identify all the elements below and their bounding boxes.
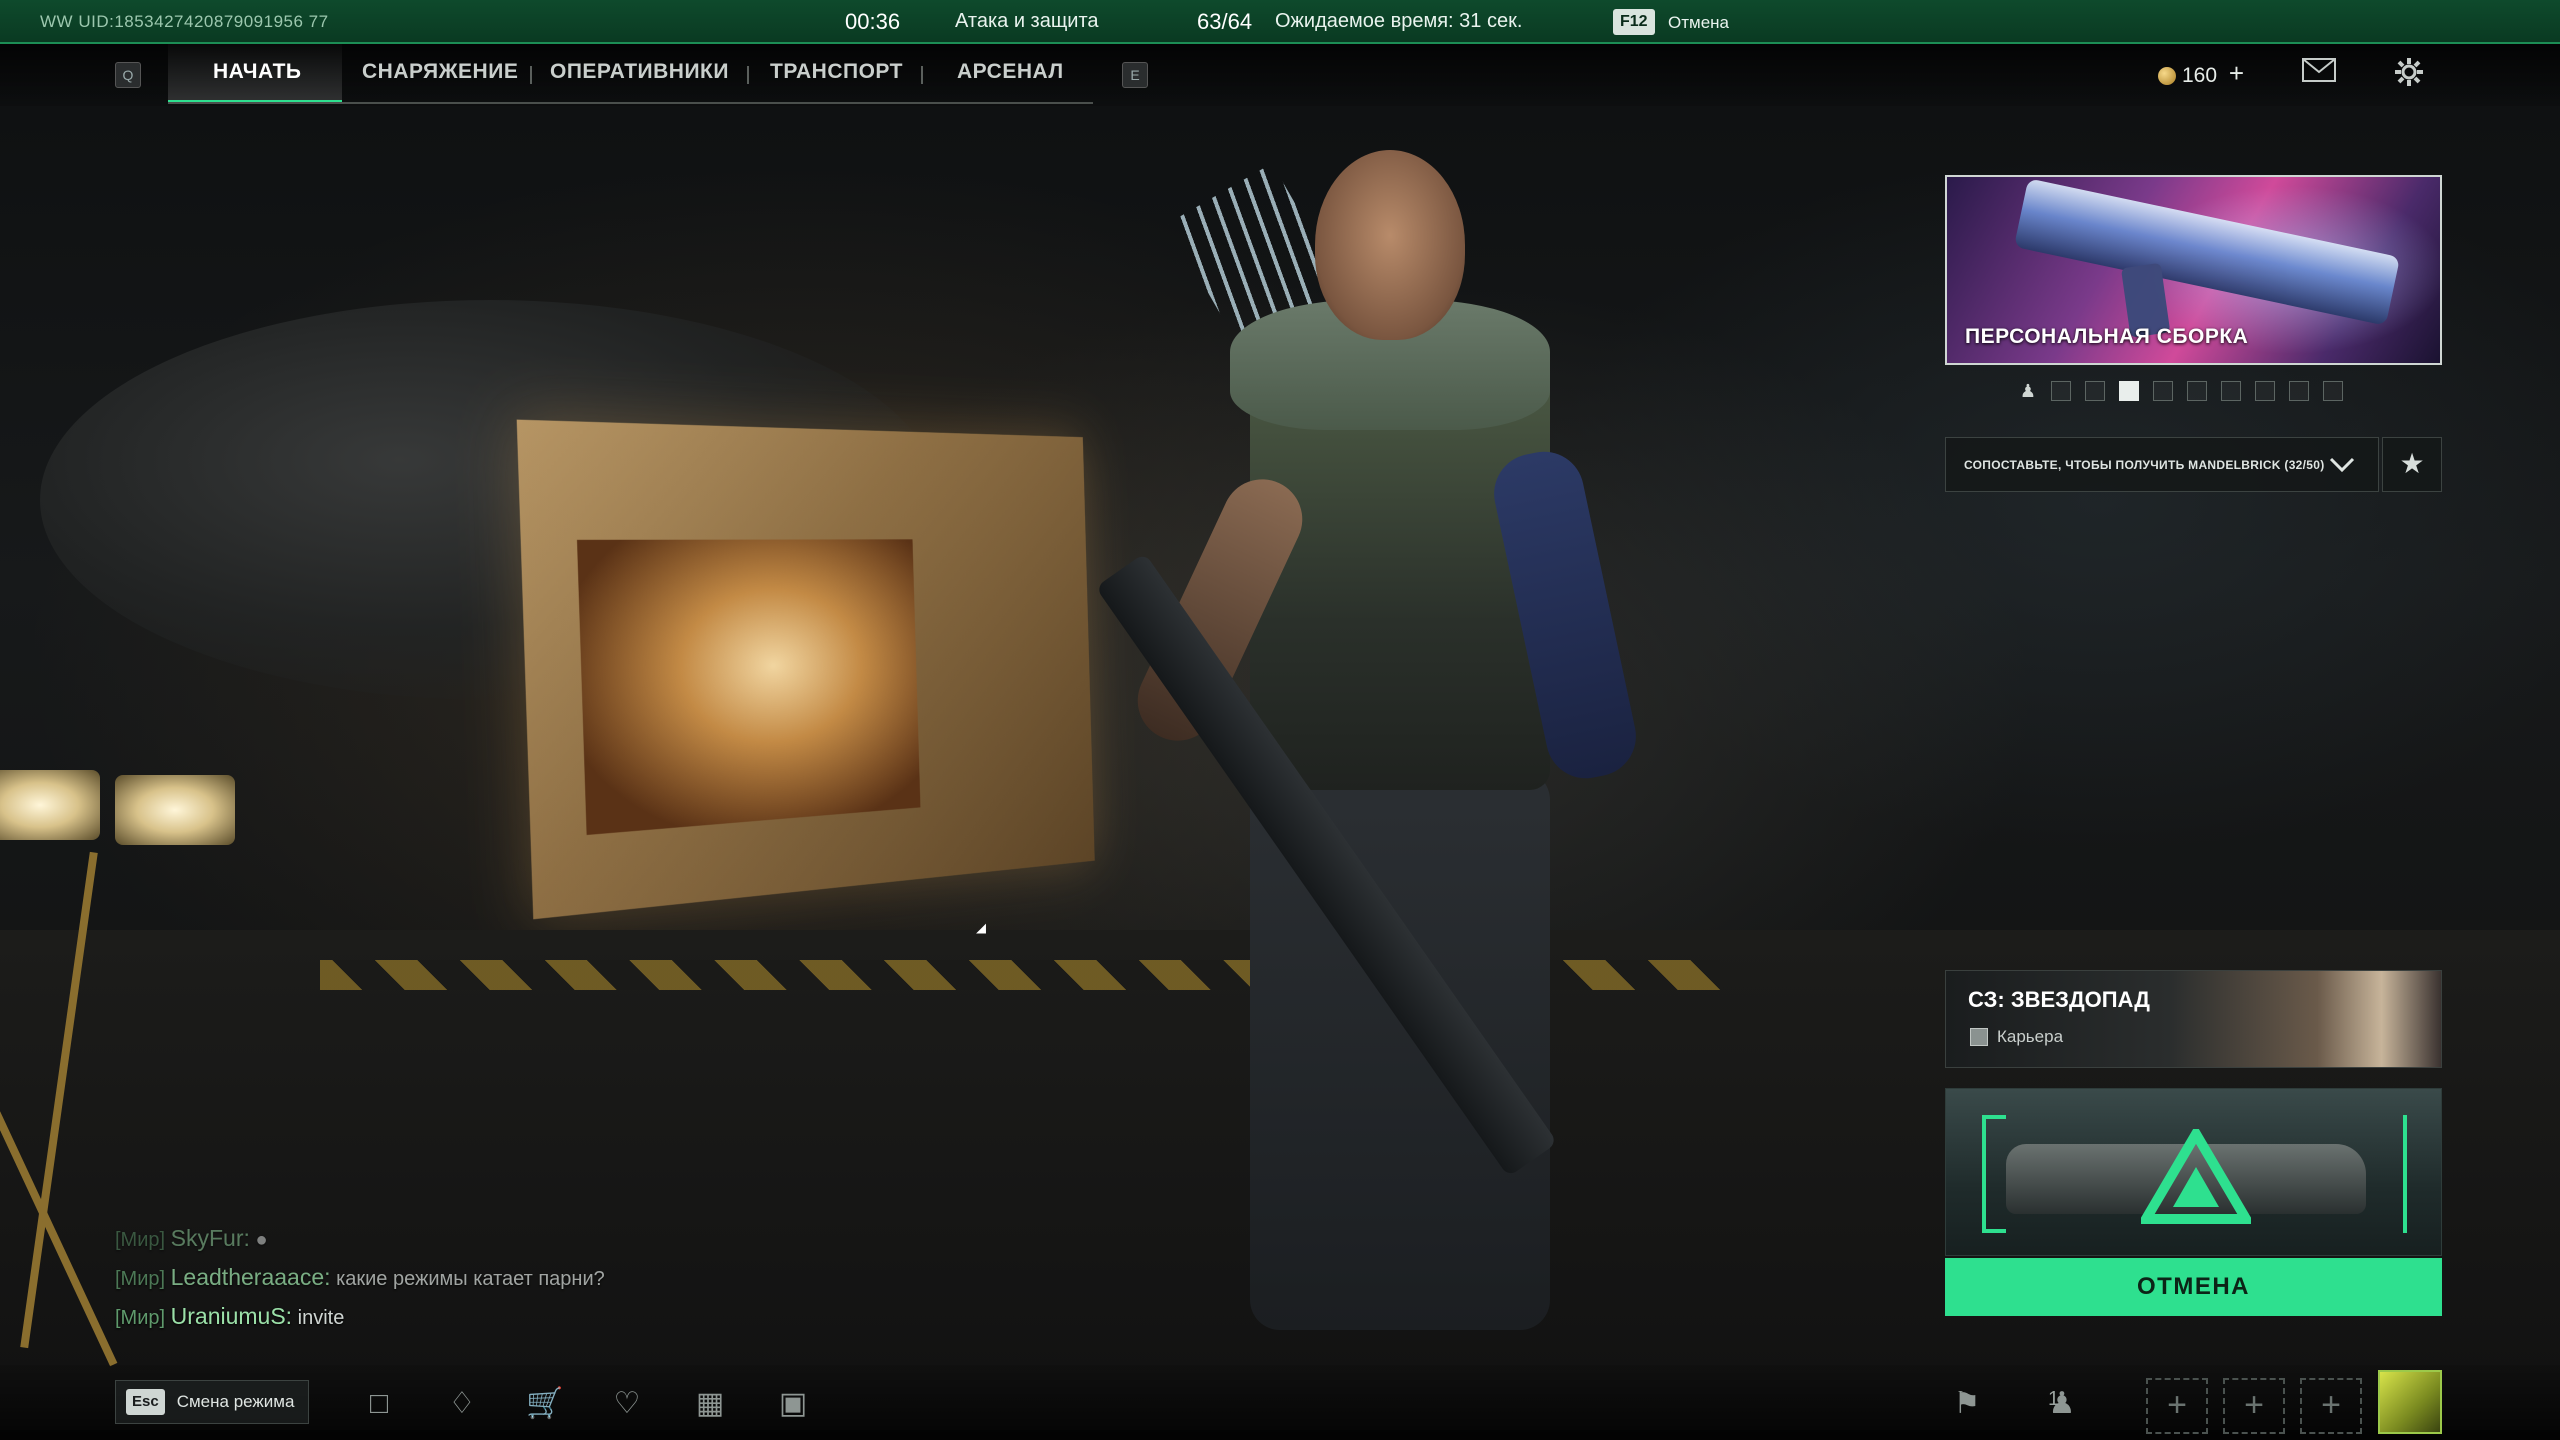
season-card[interactable]: СЗ: ЗВЕЗДОПАД Карьера — [1945, 970, 2442, 1068]
loadout-page[interactable] — [2085, 381, 2105, 401]
friends-heart-icon[interactable]: ♡ — [605, 1382, 649, 1426]
chat-nick[interactable]: SkyFur: — [171, 1225, 250, 1251]
loadout-page[interactable] — [2051, 381, 2071, 401]
chevron-down-icon[interactable] — [2325, 447, 2359, 481]
store-cart-icon[interactable]: 🛒 — [523, 1382, 567, 1426]
chat-nick[interactable]: UraniumuS: — [171, 1303, 292, 1329]
matchmaking-cancel-link[interactable]: Отмена — [1668, 13, 1729, 33]
matchmaking-timer: 00:36 — [845, 9, 901, 34]
loadout-page[interactable] — [2323, 381, 2343, 401]
career-icon — [1970, 1028, 1988, 1046]
season-career: Карьера — [1970, 1027, 2063, 1047]
loadout-page[interactable] — [2221, 381, 2241, 401]
matchmaking-bar: WW UID:1853427420879091956 77 00:36 Атак… — [0, 0, 2560, 44]
cancel-hotkey: F12 — [1613, 9, 1655, 35]
chat-channel: [Мир] — [115, 1268, 166, 1290]
currency-display[interactable]: 160 + — [2158, 58, 2244, 89]
flood-lamp — [115, 775, 235, 845]
game-logo-icon — [2141, 1129, 2251, 1224]
currency-amount: 160 — [2182, 64, 2218, 87]
loadout-page[interactable] — [2187, 381, 2207, 401]
chat-text: invite — [297, 1307, 345, 1329]
loadout-page[interactable] — [2289, 381, 2309, 401]
party-members-icon[interactable]: ♟ — [2040, 1382, 2084, 1426]
gift-icon[interactable]: ▣ — [771, 1382, 815, 1426]
esc-key: Esc — [126, 1389, 165, 1415]
prev-tab-key[interactable]: Q — [115, 62, 141, 88]
season-subtitle: Карьера — [1997, 1027, 2064, 1046]
tab-vehicles[interactable]: ТРАНСПОРТ — [770, 60, 903, 84]
flag-icon[interactable]: ⚑ — [1945, 1382, 1989, 1426]
player-avatar[interactable] — [2378, 1370, 2442, 1434]
matchmaking-mode: Атака и защита — [955, 10, 1099, 32]
operator-model — [1080, 120, 1700, 1370]
chat-log: [Мир] SkyFur: ● [Мир] Leadtheraaace: как… — [115, 1220, 605, 1337]
coin-icon — [2158, 67, 2176, 85]
user-uid: WW UID:1853427420879091956 77 — [40, 12, 329, 31]
personal-loadout-card[interactable]: ПЕРСОНАЛЬНАЯ СБОРКА — [1945, 175, 2442, 365]
challenge-text: СОПОСТАВЬТЕ, ЧТОБЫ ПОЛУЧИТЬ MANDELBRICK … — [1964, 457, 2325, 472]
party-count: 1 — [2048, 1388, 2060, 1410]
tab-separator — [747, 66, 749, 84]
season-title: СЗ: ЗВЕЗДОПАД — [1968, 987, 2150, 1012]
chat-channel: [Мир] — [115, 1307, 166, 1329]
add-currency-button[interactable]: + — [2229, 58, 2244, 88]
change-mode-button[interactable]: Esc Смена режима — [115, 1380, 310, 1424]
tab-separator — [921, 66, 923, 84]
change-mode-label: Смена режима — [176, 1392, 295, 1411]
chat-channel: [Мир] — [115, 1229, 166, 1251]
main-nav: Q НАЧАТЬ СНАРЯЖЕНИЕ ОПЕРАТИВНИКИ ТРАНСПО… — [0, 44, 2560, 106]
tab-operators[interactable]: ОПЕРАТИВНИКИ — [550, 60, 729, 84]
invite-slot-button[interactable]: + — [2223, 1378, 2285, 1434]
chat-text: какие режимы катает парни? — [336, 1268, 605, 1290]
challenge-reward-icon[interactable]: ★ — [2382, 437, 2442, 492]
loadout-page-active[interactable] — [2119, 381, 2139, 401]
calendar-icon[interactable]: ▦ — [688, 1382, 732, 1426]
tab-arsenal[interactable]: АРСЕНАЛ — [957, 60, 1064, 84]
loadout-pager: ♟ — [2017, 380, 2343, 402]
next-tab-key[interactable]: E — [1122, 62, 1148, 88]
challenge-tracker[interactable]: СОПОСТАВЬТЕ, ЧТОБЫ ПОЛУЧИТЬ MANDELBRICK … — [1945, 437, 2379, 492]
tab-separator — [530, 66, 532, 84]
chat-nick[interactable]: Leadtheraaace: — [171, 1264, 331, 1290]
nav-underline — [168, 102, 1093, 104]
emoji-icon: ● — [255, 1229, 268, 1251]
invite-slot-button[interactable]: + — [2300, 1378, 2362, 1434]
loadout-label: ПЕРСОНАЛЬНАЯ СБОРКА — [1965, 325, 2249, 348]
estimated-wait: Ожидаемое время: 31 сек. — [1275, 10, 1523, 32]
briefing-screen — [516, 419, 1095, 920]
weapon-preview — [2013, 178, 2401, 326]
mail-icon[interactable] — [2300, 56, 2338, 90]
invite-slot-button[interactable]: + — [2146, 1378, 2208, 1434]
flood-lamp — [0, 770, 100, 840]
loadout-page[interactable] — [2153, 381, 2173, 401]
chat-message: [Мир] SkyFur: ● — [115, 1220, 605, 1259]
cancel-matchmaking-button[interactable]: ОТМЕНА — [1945, 1258, 2442, 1316]
chat-message: [Мир] Leadtheraaace: какие режимы катает… — [115, 1259, 605, 1298]
tab-start[interactable]: НАЧАТЬ — [213, 60, 302, 84]
matchmaking-preview — [1945, 1088, 2442, 1256]
tab-equipment[interactable]: СНАРЯЖЕНИЕ — [362, 60, 518, 84]
battlepass-icon[interactable]: ♢ — [440, 1382, 484, 1426]
chat-icon[interactable]: □ — [357, 1382, 401, 1426]
operator-pin-icon: ♟ — [2019, 381, 2037, 401]
player-count: 63/64 — [1197, 9, 1253, 34]
settings-gear-icon[interactable] — [2390, 56, 2428, 90]
chat-message: [Мир] UraniumuS: invite — [115, 1298, 605, 1337]
loadout-page[interactable] — [2255, 381, 2275, 401]
